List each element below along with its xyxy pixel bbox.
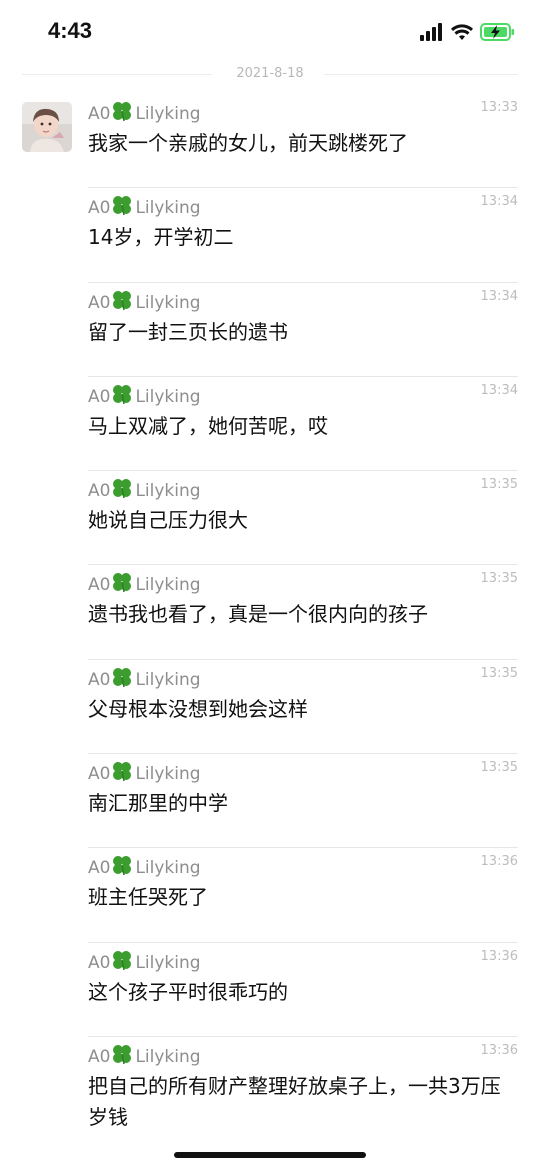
sender-prefix: A0 (88, 104, 111, 124)
message-item[interactable]: A0 Lilyking 13:36 这个孩子平时很乖巧的 (88, 943, 518, 1037)
four-leaf-clover-icon (111, 854, 133, 881)
status-bar: 4:43 (0, 0, 540, 62)
sender-name[interactable]: A0 Lilyking (88, 949, 201, 976)
sender-nickname: Lilyking (135, 386, 201, 407)
sender-name[interactable]: A0 Lilyking (88, 100, 201, 127)
message-text[interactable]: 南汇那里的中学 (88, 788, 518, 819)
sender-prefix: A0 (88, 669, 111, 690)
four-leaf-clover-icon (111, 760, 133, 787)
home-indicator[interactable] (174, 1152, 366, 1158)
sender-name[interactable]: A0 Lilyking (88, 760, 201, 787)
message-item[interactable]: A0 Lilyking 13:34 马上双减了，她何苦呢，哎 (88, 377, 518, 472)
message-item[interactable]: A0 Lilyking 13:36 班主任哭死了 (88, 848, 518, 943)
four-leaf-clover-icon (111, 571, 133, 598)
message-list[interactable]: A0 Lilyking 13:33 我家一个亲戚的女儿，前天跳楼死了 A0 Lily… (0, 94, 540, 1157)
sender-prefix: A0 (88, 198, 111, 219)
message-item[interactable]: A0 Lilyking 13:36 把自己的所有财产整理好放桌子上，一共3万压岁钱 (88, 1037, 518, 1157)
sender-nickname: Lilyking (135, 1046, 201, 1067)
sender-nickname: Lilyking (135, 104, 201, 124)
four-leaf-clover-icon (111, 383, 133, 410)
message-text[interactable]: 14岁，开学初二 (88, 222, 518, 253)
sender-name[interactable]: A0 Lilyking (88, 571, 201, 598)
sender-prefix: A0 (88, 952, 111, 973)
sender-nickname: Lilyking (135, 764, 201, 785)
sender-nickname: Lilyking (135, 481, 201, 502)
message-text[interactable]: 这个孩子平时很乖巧的 (88, 977, 518, 1008)
message-item[interactable]: A0 Lilyking 13:34 14岁，开学初二 (88, 188, 518, 283)
sender-nickname: Lilyking (135, 669, 201, 690)
message-time: 13:36 (480, 948, 518, 964)
date-divider: 2021-8-18 (22, 64, 518, 84)
sender-name[interactable]: A0 Lilyking (88, 854, 201, 881)
message-time: 13:34 (480, 288, 518, 304)
sender-name[interactable]: A0 Lilyking (88, 383, 201, 410)
battery-charging-icon (480, 23, 514, 41)
sender-name[interactable]: A0 Lilyking (88, 477, 201, 504)
sender-name[interactable]: A0 Lilyking (88, 194, 201, 221)
sender-nickname: Lilyking (135, 198, 201, 219)
message-text[interactable]: 遗书我也看了，真是一个很内向的孩子 (88, 599, 518, 630)
message-time: 13:33 (480, 100, 518, 115)
message-item[interactable]: A0 Lilyking 13:34 留了一封三页长的遗书 (88, 283, 518, 377)
sender-prefix: A0 (88, 858, 111, 879)
message-time: 13:35 (480, 760, 518, 776)
message-text[interactable]: 班主任哭死了 (88, 882, 518, 913)
sender-name[interactable]: A0 Lilyking (88, 289, 201, 316)
sender-prefix: A0 (88, 481, 111, 502)
message-text[interactable]: 把自己的所有财产整理好放桌子上，一共3万压岁钱 (88, 1071, 518, 1133)
message-time: 13:34 (480, 382, 518, 398)
sender-name[interactable]: A0 Lilyking (88, 666, 201, 693)
sender-name[interactable]: A0 Lilyking (88, 1043, 201, 1070)
message-item[interactable]: A0 Lilyking 13:35 南汇那里的中学 (88, 754, 518, 849)
message-item[interactable]: A0 Lilyking 13:35 她说自己压力很大 (88, 471, 518, 566)
divider-line (324, 74, 518, 75)
sender-prefix: A0 (88, 1046, 111, 1067)
four-leaf-clover-icon (111, 194, 133, 221)
message-item[interactable]: A0 Lilyking 13:35 父母根本没想到她会这样 (88, 660, 518, 755)
message-text[interactable]: 我家一个亲戚的女儿，前天跳楼死了 (88, 128, 518, 159)
message-text[interactable]: 她说自己压力很大 (88, 505, 518, 536)
four-leaf-clover-icon (111, 100, 133, 127)
cellular-signal-icon (420, 23, 442, 41)
message-time: 13:35 (480, 571, 518, 587)
message-time: 13:36 (480, 854, 518, 870)
four-leaf-clover-icon (111, 949, 133, 976)
message-time: 13:34 (480, 194, 518, 210)
sender-nickname: Lilyking (135, 952, 201, 973)
message-time: 13:35 (480, 477, 518, 493)
sender-prefix: A0 (88, 386, 111, 407)
sender-prefix: A0 (88, 764, 111, 785)
sender-nickname: Lilyking (135, 858, 201, 879)
wifi-icon (451, 24, 473, 40)
four-leaf-clover-icon (111, 1043, 133, 1070)
four-leaf-clover-icon (111, 289, 133, 316)
four-leaf-clover-icon (111, 666, 133, 693)
status-time: 4:43 (48, 18, 93, 43)
message-text[interactable]: 留了一封三页长的遗书 (88, 317, 518, 348)
sender-prefix: A0 (88, 575, 111, 596)
message-time: 13:35 (480, 665, 518, 681)
message-text[interactable]: 父母根本没想到她会这样 (88, 694, 518, 725)
message-text[interactable]: 马上双减了，她何苦呢，哎 (88, 411, 518, 442)
sender-nickname: Lilyking (135, 292, 201, 313)
message-item[interactable]: A0 Lilyking 13:33 我家一个亲戚的女儿，前天跳楼死了 (88, 94, 518, 189)
message-time: 13:36 (480, 1042, 518, 1058)
message-item[interactable]: A0 Lilyking 13:35 遗书我也看了，真是一个很内向的孩子 (88, 565, 518, 660)
sender-prefix: A0 (88, 292, 111, 313)
four-leaf-clover-icon (111, 477, 133, 504)
sender-nickname: Lilyking (135, 575, 201, 596)
